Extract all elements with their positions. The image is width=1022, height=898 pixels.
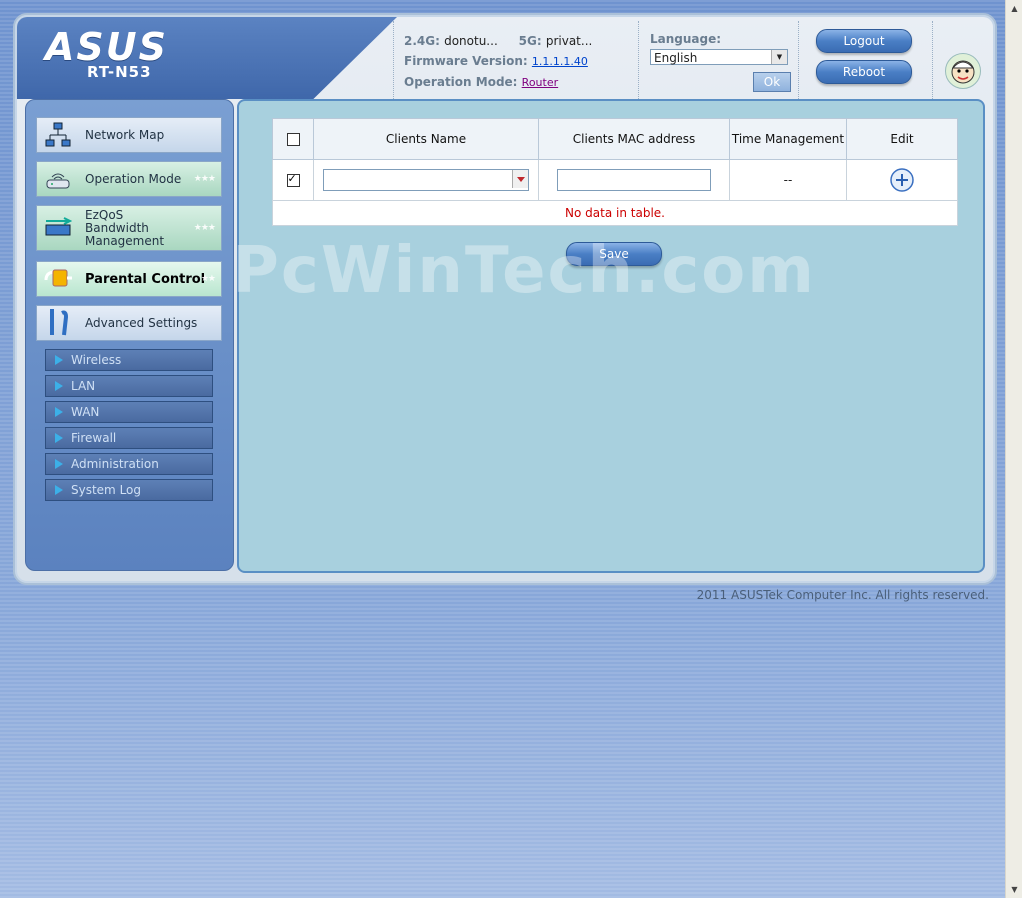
status-info: 2.4G: donotu... 5G: privat... Firmware V… xyxy=(404,31,592,93)
row-checkbox-cell xyxy=(272,159,314,201)
client-name-cell xyxy=(313,159,539,201)
header-divider xyxy=(638,21,639,99)
language-ok-button[interactable]: Ok xyxy=(753,72,791,92)
time-cell: -- xyxy=(729,159,847,201)
stars-icon: ★★★ xyxy=(193,174,216,184)
header-divider xyxy=(393,21,394,99)
arrow-right-icon xyxy=(55,459,63,469)
sidebar-subitem-wan[interactable]: WAN xyxy=(45,401,213,423)
language-select[interactable]: English ▼ xyxy=(650,49,788,65)
subitem-label: System Log xyxy=(71,483,141,497)
arrow-right-icon xyxy=(55,433,63,443)
header: ASUS RT-N53 2.4G: donotu... 5G: privat..… xyxy=(17,17,987,99)
sidebar-item-label: Advanced Settings xyxy=(85,316,198,330)
opmode-link[interactable]: Router xyxy=(522,76,558,89)
column-header-time: Time Management xyxy=(729,118,847,160)
subitem-label: Wireless xyxy=(71,353,122,367)
column-header-mac: Clients MAC address xyxy=(538,118,730,160)
sidebar-item-network-map[interactable]: Network Map xyxy=(36,117,222,153)
table-header-row: Clients Name Clients MAC address Time Ma… xyxy=(272,118,958,160)
column-header-edit: Edit xyxy=(846,118,958,160)
column-header-clients-name: Clients Name xyxy=(313,118,539,160)
content-panel: Clients Name Clients MAC address Time Ma… xyxy=(237,99,985,573)
empty-row: No data in table. xyxy=(272,200,958,226)
subitem-label: Administration xyxy=(71,457,159,471)
no-data-message: No data in table. xyxy=(272,200,958,226)
vertical-scrollbar[interactable]: ▲ ▼ xyxy=(1005,0,1022,898)
select-all-cell xyxy=(272,118,314,160)
sidebar-item-parental-control[interactable]: Parental Control ★★ xyxy=(36,261,222,297)
sidebar-item-label: Network Map xyxy=(85,128,165,142)
band24-label: 2.4G: xyxy=(404,34,440,48)
subitem-label: LAN xyxy=(71,379,96,393)
mascot-icon xyxy=(951,60,975,84)
network-map-icon xyxy=(43,121,73,149)
sidebar-item-operation-mode[interactable]: Operation Mode ★★★ xyxy=(36,161,222,197)
sidebar-subitem-lan[interactable]: LAN xyxy=(45,375,213,397)
sidebar-subitem-firewall[interactable]: Firewall xyxy=(45,427,213,449)
tools-icon xyxy=(43,309,73,337)
header-divider xyxy=(798,21,799,99)
table-row: -- xyxy=(272,159,958,201)
stars-icon: ★★★ xyxy=(193,223,216,233)
sidebar-item-label: EzQoS Bandwidth Management xyxy=(85,207,165,248)
band5-value: privat... xyxy=(545,34,593,48)
sidebar: Network Map Operation Mode ★★★ EzQoS Ban… xyxy=(25,99,234,571)
router-icon xyxy=(43,165,73,193)
model-name: RT-N53 xyxy=(87,63,152,81)
mac-cell xyxy=(538,159,730,201)
parental-control-icon xyxy=(43,265,73,293)
firmware-link[interactable]: 1.1.1.1.40 xyxy=(532,55,588,68)
header-divider xyxy=(932,21,933,99)
select-all-checkbox[interactable] xyxy=(286,133,300,146)
footer-copyright: 2011 ASUSTek Computer Inc. All rights re… xyxy=(696,588,989,602)
edit-cell xyxy=(846,159,958,201)
clients-table: Clients Name Clients MAC address Time Ma… xyxy=(272,118,958,226)
row-checkbox[interactable] xyxy=(286,172,300,187)
subitem-label: WAN xyxy=(71,405,100,419)
band24-value: donotu... xyxy=(444,34,498,48)
firmware-label: Firmware Version: xyxy=(404,54,528,68)
opmode-label: Operation Mode: xyxy=(404,75,518,89)
sidebar-item-ezqos[interactable]: EzQoS Bandwidth Management ★★★ xyxy=(36,205,222,251)
chevron-down-icon[interactable]: ▼ xyxy=(771,50,787,64)
language-label: Language: xyxy=(650,32,722,46)
subitem-label: Firewall xyxy=(71,431,117,445)
band5-label: 5G: xyxy=(518,34,542,48)
arrow-right-icon xyxy=(55,381,63,391)
sidebar-item-label: Operation Mode xyxy=(85,172,182,186)
stars-icon: ★★ xyxy=(200,274,216,284)
reboot-button[interactable]: Reboot xyxy=(816,60,912,84)
watermark: PcWinTech.com xyxy=(232,234,816,308)
avatar xyxy=(945,53,981,89)
client-name-select[interactable] xyxy=(323,169,529,191)
chevron-down-icon[interactable] xyxy=(512,170,528,188)
arrow-right-icon xyxy=(55,407,63,417)
bandwidth-icon xyxy=(43,214,73,242)
scroll-up-icon[interactable]: ▲ xyxy=(1006,0,1022,17)
logout-button[interactable]: Logout xyxy=(816,29,912,53)
language-selected: English xyxy=(654,51,698,65)
sidebar-item-advanced-settings[interactable]: Advanced Settings xyxy=(36,305,222,341)
add-icon[interactable] xyxy=(890,168,914,192)
mac-address-input[interactable] xyxy=(557,169,711,191)
sidebar-subitem-wireless[interactable]: Wireless xyxy=(45,349,213,371)
scroll-down-icon[interactable]: ▼ xyxy=(1006,881,1022,898)
arrow-right-icon xyxy=(55,485,63,495)
sidebar-item-label: Parental Control xyxy=(85,271,206,287)
sidebar-subitem-administration[interactable]: Administration xyxy=(45,453,213,475)
sidebar-subitem-system-log[interactable]: System Log xyxy=(45,479,213,501)
arrow-right-icon xyxy=(55,355,63,365)
